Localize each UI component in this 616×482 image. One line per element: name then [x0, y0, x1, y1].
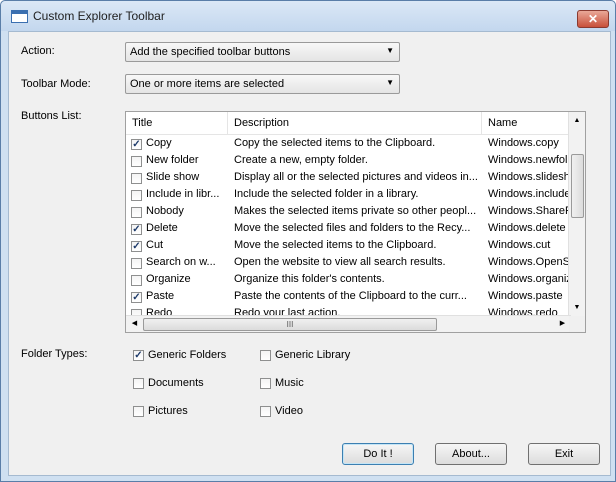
scroll-up-icon[interactable]: ▲ — [569, 112, 585, 129]
row-name: Windows.paste — [488, 290, 563, 302]
row-name: Windows.newfol — [488, 154, 568, 166]
row-name: Windows.delete — [488, 222, 566, 234]
row-name: Windows.cut — [488, 239, 551, 251]
table-row[interactable]: Include in libr... Include the selected f… — [126, 187, 571, 204]
list-header: Title Description Name — [126, 112, 571, 135]
row-name: Windows.copy — [488, 137, 559, 149]
folder-type-label: Generic Library — [275, 349, 351, 361]
folder-type-label: Generic Folders — [148, 349, 227, 361]
toolbar-mode-dropdown[interactable]: One or more items are selected ▼ — [125, 74, 400, 94]
column-header-description[interactable]: Description — [228, 112, 482, 134]
table-row[interactable]: Nobody Makes the selected items private s… — [126, 204, 571, 221]
row-title: Include in libr... — [146, 188, 220, 200]
exit-button-label: Exit — [554, 448, 574, 460]
vertical-scrollbar[interactable]: ▲ ▼ — [568, 112, 585, 316]
buttons-list-label: Buttons List: — [21, 110, 82, 122]
row-checkbox[interactable] — [131, 173, 142, 184]
folder-type-checkbox[interactable] — [260, 350, 271, 361]
row-name: Windows.ShareP — [488, 205, 570, 217]
buttons-list[interactable]: Title Description Name ✓ Copy Copy the sel… — [125, 111, 586, 333]
table-row[interactable]: ✓ Paste Paste the contents of the Clipboar… — [126, 289, 571, 306]
row-title: Paste — [146, 290, 175, 302]
folder-type-checkbox[interactable] — [133, 378, 144, 389]
exit-button[interactable]: Exit — [528, 443, 600, 465]
row-description: Copy the selected items to the Clipboard… — [234, 137, 436, 149]
chevron-down-icon: ▼ — [386, 46, 394, 55]
do-it-button[interactable]: Do It ! — [342, 443, 414, 465]
window-title: Custom Explorer Toolbar — [33, 9, 165, 23]
scroll-down-icon[interactable]: ▼ — [569, 299, 585, 316]
folder-type-label: Pictures — [148, 405, 188, 417]
folder-type-checkbox[interactable] — [133, 406, 144, 417]
title-bar: Custom Explorer Toolbar ✕ — [1, 1, 615, 31]
toolbar-mode-label: Toolbar Mode: — [21, 78, 91, 90]
folder-type-label: Video — [275, 405, 303, 417]
row-checkbox[interactable]: ✓ — [131, 224, 142, 235]
row-description: Create a new, empty folder. — [234, 154, 368, 166]
chevron-down-icon: ▼ — [386, 78, 394, 87]
row-description: Include the selected folder in a library… — [234, 188, 419, 200]
folder-type-label: Music — [275, 377, 304, 389]
table-row[interactable]: Organize Organize this folder's contents.… — [126, 272, 571, 289]
table-row[interactable]: Search on w... Open the website to view a… — [126, 255, 571, 272]
vertical-scroll-thumb[interactable] — [571, 154, 584, 218]
row-description: Move the selected files and folders to t… — [234, 222, 471, 234]
row-description: Open the website to view all search resu… — [234, 256, 446, 268]
about-button[interactable]: About... — [435, 443, 507, 465]
app-window: Custom Explorer Toolbar ✕ Action: Add th… — [0, 0, 616, 482]
row-title: Delete — [146, 222, 178, 234]
row-name: Windows.include — [488, 188, 570, 200]
table-row[interactable]: ✓ Copy Copy the selected items to the Clip… — [126, 136, 571, 153]
row-checkbox[interactable] — [131, 207, 142, 218]
table-row[interactable]: ✓ Cut Move the selected items to the Clipb… — [126, 238, 571, 255]
row-title: Slide show — [146, 171, 200, 183]
action-label: Action: — [21, 45, 55, 57]
grip-icon: III — [286, 320, 294, 329]
row-title: Cut — [146, 239, 164, 251]
row-checkbox[interactable] — [131, 156, 142, 167]
row-checkbox[interactable]: ✓ — [131, 241, 142, 252]
row-description: Organize this folder's contents. — [234, 273, 385, 285]
scrollbar-corner — [569, 316, 585, 332]
row-title: New folder — [146, 154, 199, 166]
horizontal-scrollbar[interactable]: ◀ III ▶ — [126, 315, 571, 332]
scroll-left-icon[interactable]: ◀ — [126, 316, 143, 332]
row-checkbox[interactable] — [131, 275, 142, 286]
horizontal-scroll-thumb[interactable]: III — [143, 318, 437, 331]
row-name: Windows.OpenS — [488, 256, 570, 268]
action-value: Add the specified toolbar buttons — [130, 46, 291, 58]
folder-type-label: Documents — [148, 377, 204, 389]
close-button[interactable]: ✕ — [577, 10, 609, 28]
table-row[interactable]: New folder Create a new, empty folder. Win… — [126, 153, 571, 170]
about-button-label: About... — [452, 448, 490, 460]
row-title: Search on w... — [146, 256, 216, 268]
row-name: Windows.slidesh — [488, 171, 570, 183]
table-row[interactable]: Slide show Display all or the selected pi… — [126, 170, 571, 187]
row-name: Windows.organiz — [488, 273, 570, 285]
folder-type-checkbox[interactable] — [260, 406, 271, 417]
table-row[interactable]: ✓ Delete Move the selected files and folde… — [126, 221, 571, 238]
folder-type-checkbox[interactable] — [260, 378, 271, 389]
action-dropdown[interactable]: Add the specified toolbar buttons ▼ — [125, 42, 400, 62]
row-checkbox[interactable]: ✓ — [131, 292, 142, 303]
folder-type-checkbox[interactable]: ✓ — [133, 350, 144, 361]
row-title: Organize — [146, 273, 191, 285]
dialog-body: Action: Add the specified toolbar button… — [8, 31, 611, 476]
do-it-button-label: Do It ! — [363, 448, 393, 460]
column-header-name[interactable]: Name — [482, 112, 571, 134]
row-checkbox[interactable] — [131, 190, 142, 201]
row-title: Copy — [146, 137, 172, 149]
row-checkbox[interactable]: ✓ — [131, 139, 142, 150]
row-title: Nobody — [146, 205, 184, 217]
folder-types-label: Folder Types: — [21, 348, 88, 360]
toolbar-mode-value: One or more items are selected — [130, 78, 285, 90]
list-rows: ✓ Copy Copy the selected items to the Clip… — [126, 136, 571, 316]
row-checkbox[interactable] — [131, 258, 142, 269]
row-description: Paste the contents of the Clipboard to t… — [234, 290, 467, 302]
row-description: Display all or the selected pictures and… — [234, 171, 478, 183]
column-header-title[interactable]: Title — [126, 112, 228, 134]
row-description: Makes the selected items private so othe… — [234, 205, 477, 217]
app-window-icon — [11, 10, 28, 23]
row-description: Move the selected items to the Clipboard… — [234, 239, 437, 251]
